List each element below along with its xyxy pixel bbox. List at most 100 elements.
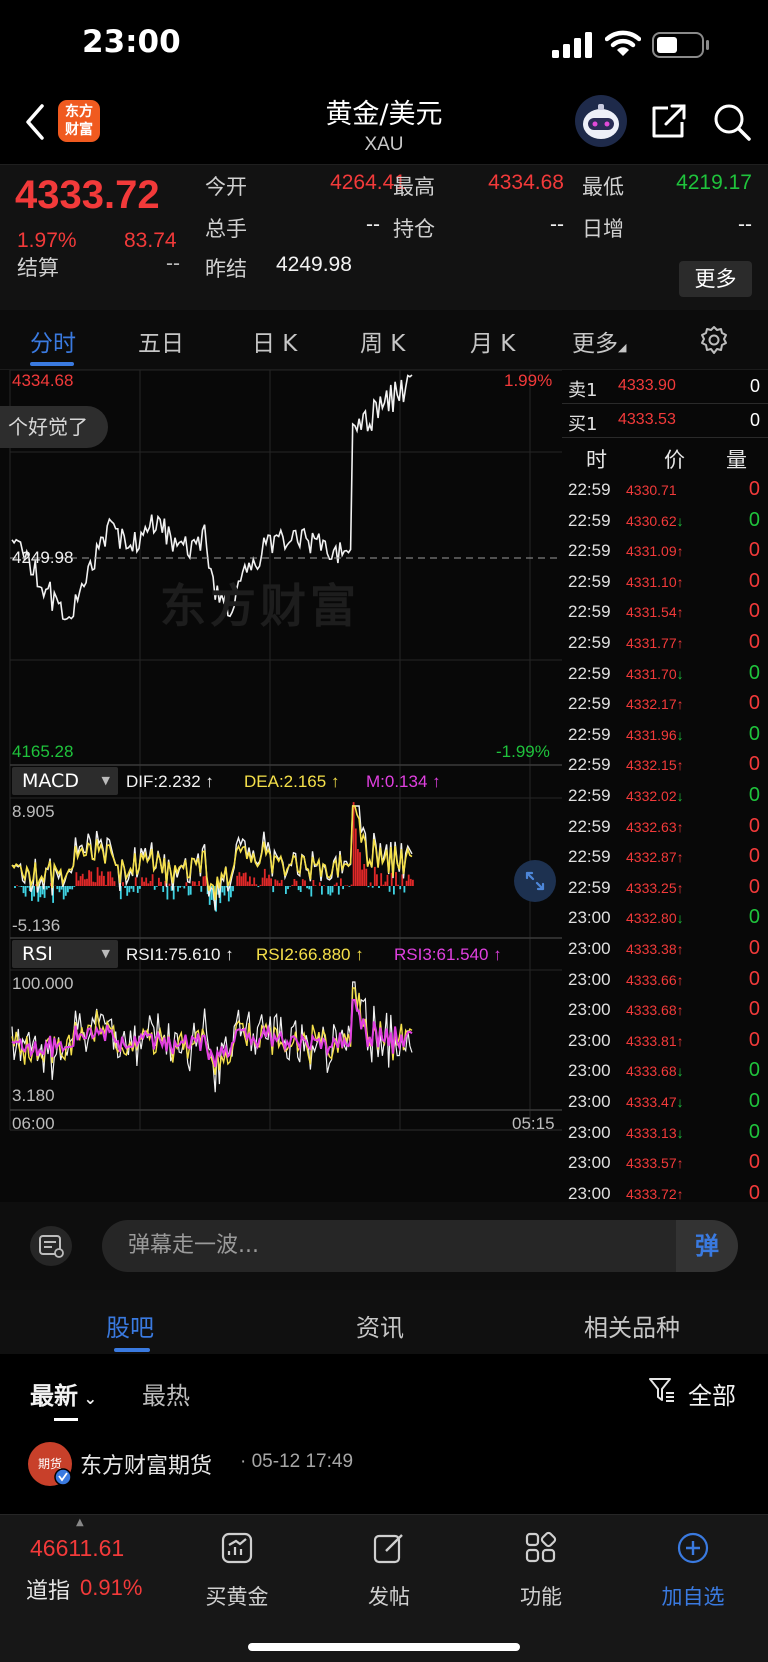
tick-time: 22:59 bbox=[568, 877, 611, 897]
expand-icon[interactable] bbox=[514, 860, 556, 902]
tick-volume: 0 bbox=[748, 661, 760, 684]
tick-volume: 0 bbox=[748, 753, 760, 776]
tick-arrow: ↓ bbox=[676, 910, 684, 927]
tick-price: 4330.62↓ bbox=[626, 513, 684, 529]
rsi-selector[interactable]: RSI ▼ bbox=[12, 940, 118, 968]
signal-icon bbox=[552, 32, 592, 58]
tick-arrow: ↑ bbox=[676, 1032, 684, 1049]
post-author[interactable]: 东方财富期货 bbox=[80, 1448, 212, 1480]
tab-daily-k[interactable]: 日 K bbox=[252, 324, 297, 358]
tick-row: 22:59 4330.62↓ 0 bbox=[562, 507, 768, 538]
tick-price-value: 4332.63 bbox=[626, 818, 677, 835]
more-button[interactable]: 更多 bbox=[679, 261, 752, 297]
tick-row: 22:59 4331.70↓ 0 bbox=[562, 660, 768, 691]
index-change: 0.91% bbox=[80, 1575, 143, 1600]
tick-row: 23:00 4332.80↓ 0 bbox=[562, 904, 768, 935]
tick-arrow: ↑ bbox=[676, 635, 684, 651]
barrage-input[interactable]: 弹幕走一波... bbox=[102, 1220, 676, 1272]
change-value: 83.74 bbox=[124, 229, 177, 252]
tick-arrow: ↑ bbox=[676, 1185, 684, 1202]
barrage-send-button[interactable]: 弹 bbox=[676, 1220, 738, 1272]
tick-price: 4332.17↑ bbox=[626, 696, 684, 712]
index-value[interactable]: 46611.61 bbox=[30, 1535, 124, 1562]
robot-assistant-icon[interactable] bbox=[574, 94, 628, 148]
wifi-icon bbox=[605, 30, 641, 56]
tab-more[interactable]: 更多◢ bbox=[572, 324, 626, 358]
tick-row: 23:00 4333.57↑ 0 bbox=[562, 1149, 768, 1180]
tick-row: 22:59 4331.54↑ 0 bbox=[562, 598, 768, 629]
chevron-down-icon: ⌄ bbox=[78, 1389, 97, 1408]
macd-m: M:0.134 ↑ bbox=[366, 772, 441, 791]
nav-buy-gold[interactable]: 买黄金 bbox=[192, 1581, 282, 1611]
settings-icon[interactable] bbox=[698, 324, 730, 356]
sort-hot[interactable]: 最热 bbox=[142, 1376, 190, 1411]
tab-intraday[interactable]: 分时 bbox=[30, 324, 76, 358]
macd-selector[interactable]: MACD ▼ bbox=[12, 767, 118, 795]
price-axis-mid-label: 4249.98 bbox=[12, 548, 74, 567]
tab-monthly-k[interactable]: 月 K bbox=[470, 324, 515, 358]
tick-row: 22:59 4331.96↓ 0 bbox=[562, 721, 768, 752]
tick-time: 23:00 bbox=[568, 1000, 611, 1020]
watermark: 东方财富 bbox=[160, 579, 360, 633]
tick-arrow: ↑ bbox=[676, 879, 684, 896]
verified-icon bbox=[54, 1468, 72, 1486]
post-item[interactable]: 期货 东方财富期货 · 05-12 17:49 bbox=[0, 1424, 768, 1514]
tab-weekly-k[interactable]: 周 K bbox=[360, 324, 405, 358]
tick-price-value: 4333.25 bbox=[626, 879, 677, 896]
community-tab-underline bbox=[114, 1348, 150, 1352]
tab-forum[interactable]: 股吧 bbox=[106, 1308, 154, 1343]
tick-row: 22:59 4332.63↑ 0 bbox=[562, 813, 768, 844]
nav-functions[interactable]: 功能 bbox=[496, 1581, 586, 1611]
tick-volume: 0 bbox=[748, 937, 760, 959]
tick-price: 4333.38↑ bbox=[626, 941, 684, 957]
tick-price-value: 4330.62 bbox=[626, 512, 677, 529]
tick-arrow: ↑ bbox=[676, 971, 684, 988]
tick-row: 23:00 4333.47↓ 0 bbox=[562, 1088, 768, 1119]
tick-arrow: ↓ bbox=[676, 726, 684, 743]
tick-price: 4332.63↑ bbox=[626, 819, 684, 835]
home-indicator bbox=[248, 1643, 520, 1651]
search-icon[interactable] bbox=[712, 102, 752, 142]
nav-post[interactable]: 发帖 bbox=[344, 1581, 434, 1611]
tick-price: 4333.72↑ bbox=[626, 1186, 684, 1202]
filter-icon[interactable] bbox=[648, 1376, 676, 1404]
chart-period-tabs: 分时 五日 日 K 周 K 月 K 更多◢ bbox=[0, 310, 768, 370]
tick-volume: 0 bbox=[748, 1028, 760, 1051]
tick-price: 4333.47↓ bbox=[626, 1094, 684, 1110]
battery-icon bbox=[652, 32, 709, 58]
tick-time: 22:59 bbox=[568, 755, 611, 775]
tick-price: 4331.96↓ bbox=[626, 727, 684, 743]
tick-time: 23:00 bbox=[568, 1183, 611, 1203]
rsi1-value: RSI1:75.610 ↑ bbox=[126, 945, 234, 964]
tick-time: 22:59 bbox=[568, 694, 611, 714]
open-interest-value: -- bbox=[550, 213, 564, 236]
volume-value: -- bbox=[366, 213, 380, 236]
buy-gold-icon bbox=[221, 1532, 253, 1564]
tick-volume: 0 bbox=[748, 1090, 760, 1112]
chart-grid bbox=[9, 370, 562, 1131]
tick-arrow: ↑ bbox=[676, 1155, 684, 1172]
tab-five-day[interactable]: 五日 bbox=[138, 324, 184, 358]
tick-price: 4333.13↓ bbox=[626, 1125, 684, 1141]
tick-time: 22:59 bbox=[568, 663, 611, 683]
daily-increase-value: -- bbox=[738, 213, 752, 236]
tick-time: 23:00 bbox=[568, 1122, 611, 1142]
macd-dea: DEA:2.165 ↑ bbox=[244, 772, 340, 791]
tick-price-value: 4333.47 bbox=[626, 1094, 677, 1110]
tick-price-value: 4333.13 bbox=[626, 1124, 677, 1141]
tick-price: 4332.15↑ bbox=[626, 757, 684, 773]
compose-icon bbox=[373, 1534, 403, 1564]
tab-news[interactable]: 资讯 bbox=[356, 1308, 404, 1343]
collapse-caret-icon[interactable]: ▲ bbox=[76, 1517, 84, 1528]
tick-row: 23:00 4333.68↑ 0 bbox=[562, 996, 768, 1027]
filter-all[interactable]: 全部 bbox=[688, 1376, 736, 1411]
tick-arrow: ↑ bbox=[676, 849, 684, 866]
tab-related[interactable]: 相关品种 bbox=[584, 1308, 680, 1343]
tick-arrow: ↑ bbox=[676, 757, 684, 774]
tick-volume: 0 bbox=[748, 508, 760, 531]
sort-latest[interactable]: 最新 ⌄ bbox=[30, 1376, 97, 1411]
functions-icon bbox=[525, 1531, 557, 1563]
barrage-toggle-icon[interactable] bbox=[30, 1226, 72, 1266]
nav-add-watchlist[interactable]: 加自选 bbox=[648, 1581, 738, 1611]
share-icon[interactable] bbox=[650, 102, 688, 140]
